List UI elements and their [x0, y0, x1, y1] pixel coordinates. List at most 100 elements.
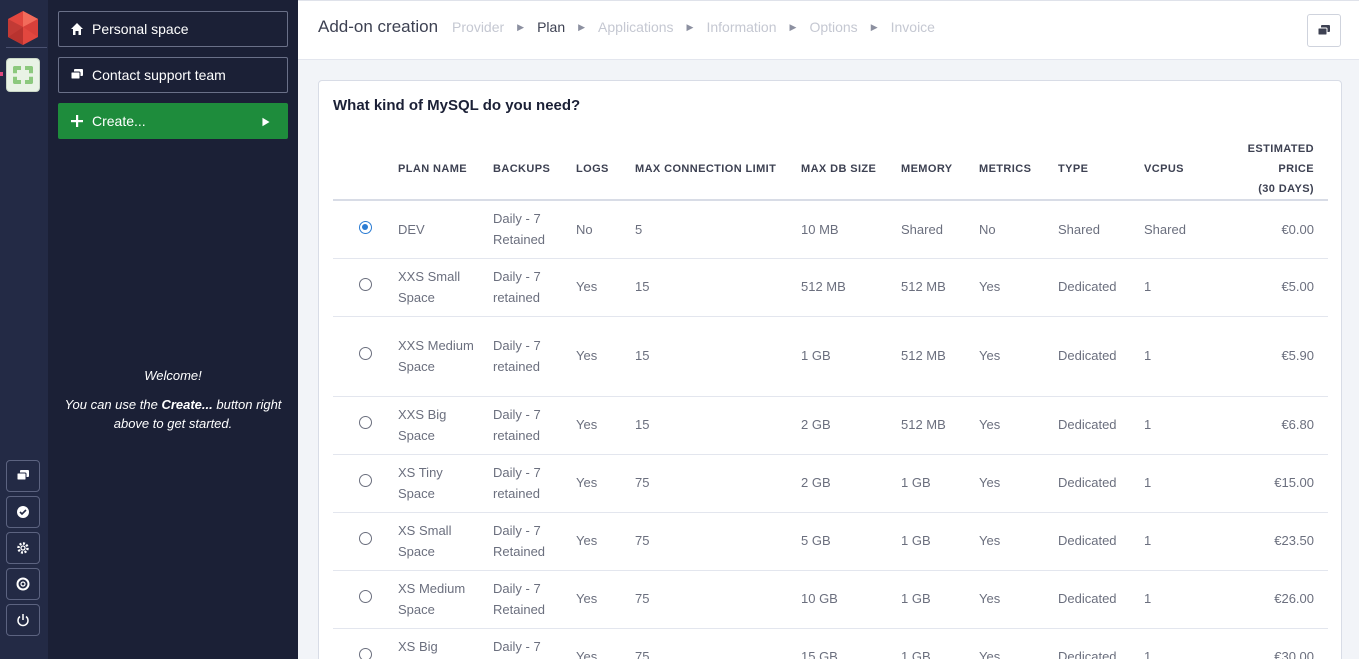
table-row[interactable]: DEV Daily - 7 Retained No 5 10 MB Shared No Sha… — [333, 200, 1328, 259]
cell-size: 10 MB — [801, 200, 901, 259]
cell-logs: Yes — [576, 258, 635, 317]
create-label: Create... — [92, 113, 146, 129]
logo-icon[interactable] — [6, 10, 40, 46]
cell-price: €15.00 — [1213, 454, 1328, 513]
plan-radio[interactable] — [359, 590, 372, 604]
rail-chat-button[interactable] — [6, 460, 40, 492]
table-row[interactable]: XS Small Space Daily - 7 Retained Yes 75 5 G… — [333, 512, 1328, 571]
step-plan[interactable]: Plan — [537, 19, 565, 35]
chat-button[interactable] — [1307, 14, 1341, 47]
rail-check-button[interactable] — [6, 496, 40, 528]
cell-metrics: Yes — [979, 628, 1058, 659]
table-row[interactable]: XXS Big Space Daily - 7 retained Yes 15 2 GB… — [333, 396, 1328, 455]
cell-memory: 1 GB — [901, 512, 979, 571]
rail-settings-button[interactable] — [6, 532, 40, 564]
cell-price: €0.00 — [1213, 200, 1328, 259]
cell-backups: Daily - 7 Retained — [493, 512, 576, 571]
column-header: MAX DB SIZE — [801, 139, 901, 201]
column-header: METRICS — [979, 139, 1058, 201]
cell-vcpus: 1 — [1144, 396, 1213, 455]
table-row[interactable]: XS Tiny Space Daily - 7 retained Yes 75 2 GB… — [333, 454, 1328, 513]
cell-name: XXS Medium Space — [398, 316, 493, 397]
cell-vcpus: 1 — [1144, 512, 1213, 571]
chevron-right-icon: ▶ — [789, 21, 797, 32]
cell-conn: 15 — [635, 316, 801, 397]
contact-support-label: Contact support team — [92, 67, 226, 83]
cell-logs: Yes — [576, 316, 635, 397]
sidebar: Personal space Contact support team Crea… — [48, 0, 298, 659]
cell-name: DEV — [398, 200, 493, 259]
active-indicator — [0, 72, 3, 76]
cell-name: XXS Small Space — [398, 258, 493, 317]
cell-vcpus: 1 — [1144, 570, 1213, 629]
cell-type: Dedicated — [1058, 258, 1144, 317]
cell-conn: 15 — [635, 258, 801, 317]
cell-conn: 15 — [635, 396, 801, 455]
cell-vcpus: 1 — [1144, 316, 1213, 397]
organisation-avatar[interactable] — [6, 58, 40, 92]
welcome-title: Welcome! — [144, 368, 202, 383]
cell-metrics: Yes — [979, 258, 1058, 317]
step-provider[interactable]: Provider — [452, 19, 504, 35]
column-header: MAX CONNECTION LIMIT — [635, 139, 801, 201]
cell-price: €6.80 — [1213, 396, 1328, 455]
cell-size: 5 GB — [801, 512, 901, 571]
cell-backups: Daily - 7 Retained — [493, 200, 576, 259]
cell-type: Dedicated — [1058, 570, 1144, 629]
step-applications: Applications — [598, 19, 674, 35]
cell-memory: 1 GB — [901, 454, 979, 513]
plan-radio[interactable] — [359, 474, 372, 488]
column-header: BACKUPS — [493, 139, 576, 201]
home-icon — [71, 23, 83, 35]
cell-memory: 1 GB — [901, 570, 979, 629]
cell-backups: Daily - 7 retained — [493, 628, 576, 659]
plan-card: What kind of MySQL do you need? PLAN NAM… — [318, 80, 1342, 659]
cell-vcpus: 1 — [1144, 628, 1213, 659]
step-information: Information — [706, 19, 777, 35]
table-row[interactable]: XXS Small Space Daily - 7 retained Yes 15 51… — [333, 258, 1328, 317]
cell-metrics: Yes — [979, 316, 1058, 397]
plan-radio[interactable] — [359, 532, 372, 546]
rail-logout-button[interactable] — [6, 604, 40, 636]
cell-backups: Daily - 7 retained — [493, 316, 576, 397]
chat-icon — [16, 470, 29, 481]
step-invoice: Invoice — [890, 19, 935, 35]
breadcrumb: Add-on creation Provider ▶ Plan ▶ Applic… — [318, 17, 935, 37]
cell-memory: Shared — [901, 200, 979, 259]
table-row[interactable]: XS Medium Space Daily - 7 Retained Yes 75 10… — [333, 570, 1328, 629]
cell-metrics: Yes — [979, 454, 1058, 513]
chat-icon — [1317, 24, 1330, 35]
personal-space-button[interactable]: Personal space — [58, 11, 288, 47]
check-circle-icon — [17, 506, 29, 518]
plan-radio[interactable] — [359, 416, 372, 430]
cell-logs: Yes — [576, 570, 635, 629]
plan-rows: DEV Daily - 7 Retained No 5 10 MB Shared No Sha… — [333, 200, 1328, 659]
power-icon — [17, 614, 29, 627]
create-button[interactable]: Create... — [58, 103, 288, 139]
icon-rail — [0, 0, 48, 659]
cell-name: XS Big Space — [398, 628, 493, 659]
cell-vcpus: 1 — [1144, 454, 1213, 513]
cell-size: 2 GB — [801, 454, 901, 513]
plan-radio[interactable] — [359, 648, 372, 659]
rail-divider — [6, 47, 47, 48]
plan-radio[interactable] — [359, 278, 372, 292]
cell-memory: 512 MB — [901, 396, 979, 455]
cell-metrics: No — [979, 200, 1058, 259]
cell-vcpus: Shared — [1144, 200, 1213, 259]
contact-support-button[interactable]: Contact support team — [58, 57, 288, 93]
plan-radio[interactable] — [359, 220, 372, 234]
plan-radio[interactable] — [359, 347, 372, 361]
cell-type: Dedicated — [1058, 396, 1144, 455]
cell-type: Shared — [1058, 200, 1144, 259]
cell-backups: Daily - 7 Retained — [493, 570, 576, 629]
column-header: PLAN NAME — [398, 139, 493, 201]
cell-metrics: Yes — [979, 512, 1058, 571]
select-column-header — [333, 139, 398, 201]
cell-type: Dedicated — [1058, 628, 1144, 659]
table-row[interactable]: XXS Medium Space Daily - 7 retained Yes 15 1… — [333, 316, 1328, 397]
chevron-right-icon: ▶ — [578, 21, 586, 32]
cell-conn: 75 — [635, 570, 801, 629]
table-row[interactable]: XS Big SpaceDaily - 7 retainedYes7515 GB… — [333, 628, 1328, 659]
rail-help-button[interactable] — [6, 568, 40, 600]
